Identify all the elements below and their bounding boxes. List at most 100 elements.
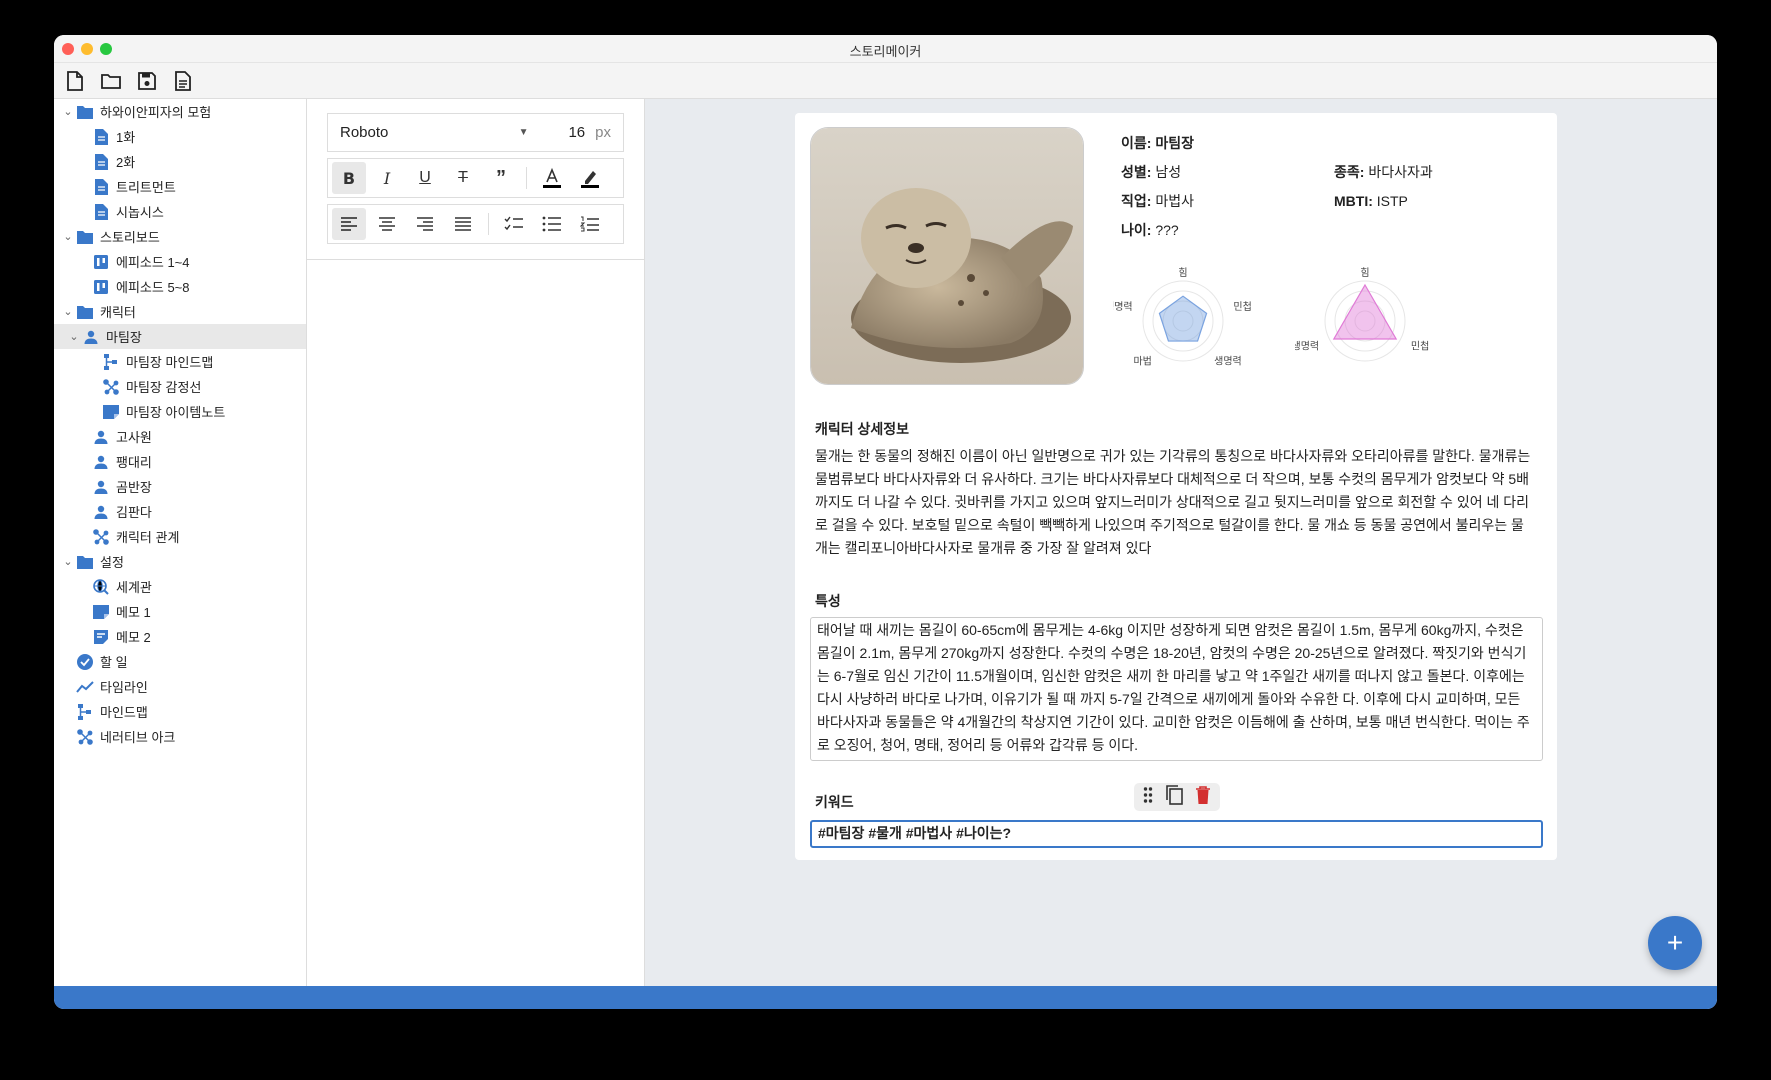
- quote-icon: ”: [496, 166, 506, 189]
- sidebar-item-label: 캐릭터 관계: [116, 530, 180, 545]
- traits-textarea[interactable]: 태어날 때 새끼는 몸길이 60-65cm에 몸무게는 4-6kg 이지만 성장…: [810, 617, 1543, 761]
- drag-handle-icon[interactable]: [1143, 786, 1153, 809]
- new-file-button[interactable]: [62, 68, 88, 94]
- sidebar-item[interactable]: ⌄ 마팀장: [54, 324, 306, 349]
- italic-button[interactable]: I: [370, 162, 404, 194]
- radar-axis-label: 힘: [1360, 267, 1369, 279]
- document-button[interactable]: [170, 68, 196, 94]
- checklist-button[interactable]: [497, 208, 531, 240]
- character-photo[interactable]: [810, 127, 1084, 385]
- keywords-input[interactable]: #마팀장 #물개 #마법사 #나이는?: [810, 820, 1543, 848]
- sidebar-item[interactable]: 시놉시스: [54, 199, 306, 224]
- align-right-button[interactable]: [408, 208, 442, 240]
- person-icon: [92, 428, 110, 446]
- radar-axis-label: 민첩: [1411, 341, 1429, 353]
- save-icon: [138, 71, 156, 90]
- align-center-icon: [379, 217, 395, 231]
- sidebar-item-label: 에피소드 5~8: [116, 280, 190, 295]
- sidebar-item-label: 세계관: [116, 580, 152, 595]
- sidebar-item[interactable]: 트리트먼트: [54, 174, 306, 199]
- document-icon: [92, 128, 110, 146]
- person-icon: [82, 328, 100, 346]
- mindmap-icon: [102, 353, 120, 371]
- sidebar-item[interactable]: 에피소드 1~4: [54, 249, 306, 274]
- sidebar-item-label: 에피소드 1~4: [116, 255, 190, 270]
- radar-axis-label: 마법: [1133, 356, 1151, 368]
- sidebar-item[interactable]: 마팀장 아이템노트: [54, 399, 306, 424]
- sidebar-item[interactable]: ⌄ 하와이안피자의 모험: [54, 99, 306, 124]
- align-justify-icon: [455, 217, 471, 231]
- align-left-button[interactable]: [332, 208, 366, 240]
- caret-down-icon: ▼: [518, 127, 529, 138]
- sidebar-item[interactable]: 할 일: [54, 649, 306, 674]
- detail-title: 캐릭터 상세정보: [815, 421, 910, 437]
- chevron-down-icon[interactable]: ⌄: [60, 230, 76, 243]
- sidebar-item[interactable]: 타임라인: [54, 674, 306, 699]
- sidebar-item[interactable]: 메모 1: [54, 599, 306, 624]
- highlight-button[interactable]: [573, 162, 607, 194]
- sidebar-item[interactable]: 곰반장: [54, 474, 306, 499]
- person-icon: [92, 478, 110, 496]
- window-title: 스토리메이커: [849, 44, 922, 59]
- sidebar-item[interactable]: 네러티브 아크: [54, 724, 306, 749]
- chevron-down-icon[interactable]: ⌄: [60, 555, 76, 568]
- sidebar-item[interactable]: 마인드맵: [54, 699, 306, 724]
- bold-button[interactable]: B: [332, 162, 366, 194]
- align-right-icon: [417, 217, 433, 231]
- sidebar-item[interactable]: 마팀장 감정선: [54, 374, 306, 399]
- open-folder-button[interactable]: [98, 68, 124, 94]
- sidebar-item-label: 2화: [116, 155, 136, 170]
- copy-icon[interactable]: [1164, 784, 1184, 811]
- bold-icon: B: [342, 168, 356, 188]
- title-bar: 스토리메이커: [54, 35, 1717, 63]
- job-value: 마법사: [1155, 193, 1194, 209]
- graph-icon: [92, 528, 110, 546]
- font-selector[interactable]: Roboto ▼ 16 px: [327, 113, 624, 152]
- quote-button[interactable]: ”: [484, 162, 518, 194]
- sidebar-item[interactable]: 마팀장 마인드맵: [54, 349, 306, 374]
- bullet-list-button[interactable]: [535, 208, 569, 240]
- document-icon: [92, 203, 110, 221]
- align-center-button[interactable]: [370, 208, 404, 240]
- folder-icon: [76, 553, 94, 571]
- sidebar-item-label: 타임라인: [100, 680, 148, 695]
- name-value: 마팀장: [1155, 135, 1194, 151]
- sidebar-item[interactable]: ⌄ 설정: [54, 549, 306, 574]
- sidebar-item[interactable]: ⌄ 캐릭터: [54, 299, 306, 324]
- sidebar-item[interactable]: 메모 2: [54, 624, 306, 649]
- chevron-down-icon[interactable]: ⌄: [66, 330, 82, 343]
- name-row: 이름: 마팀장: [1121, 129, 1541, 158]
- sidebar-item[interactable]: 에피소드 5~8: [54, 274, 306, 299]
- job-row: 직업: 마법사: [1121, 187, 1334, 216]
- document-icon: [175, 70, 191, 91]
- sidebar-item[interactable]: 세계관: [54, 574, 306, 599]
- sidebar-item-label: 트리트먼트: [116, 180, 176, 195]
- sidebar-item[interactable]: 팽대리: [54, 449, 306, 474]
- document-icon: [92, 178, 110, 196]
- sidebar-item-label: 곰반장: [116, 480, 152, 495]
- chevron-down-icon[interactable]: ⌄: [60, 105, 76, 118]
- sidebar-item[interactable]: 고사원: [54, 424, 306, 449]
- strikethrough-button[interactable]: T: [446, 162, 480, 194]
- age-label: 나이:: [1121, 222, 1152, 238]
- job-label: 직업:: [1121, 193, 1152, 209]
- sidebar-item[interactable]: 캐릭터 관계: [54, 524, 306, 549]
- radar-area: [1158, 295, 1208, 342]
- sidebar-item[interactable]: 김판다: [54, 499, 306, 524]
- font-size-input[interactable]: 16: [568, 124, 585, 141]
- delete-icon[interactable]: [1195, 785, 1211, 810]
- sidebar-tree: ⌄ 하와이안피자의 모험 1화 2화트리트먼트시놉시스 ⌄ 스토리보드에피소드 1~4 에피…: [54, 99, 307, 986]
- save-button[interactable]: [134, 68, 160, 94]
- font-size-unit: px: [595, 124, 611, 141]
- folder-icon: [76, 228, 94, 246]
- text-color-button[interactable]: [535, 162, 569, 194]
- sidebar-item[interactable]: 2화: [54, 149, 306, 174]
- graph-icon: [102, 378, 120, 396]
- numbered-list-button[interactable]: [573, 208, 607, 240]
- underline-button[interactable]: U: [408, 162, 442, 194]
- align-justify-button[interactable]: [446, 208, 480, 240]
- chevron-down-icon[interactable]: ⌄: [60, 305, 76, 318]
- add-fab-button[interactable]: +: [1648, 916, 1702, 970]
- sidebar-item[interactable]: 1화: [54, 124, 306, 149]
- sidebar-item[interactable]: ⌄ 스토리보드: [54, 224, 306, 249]
